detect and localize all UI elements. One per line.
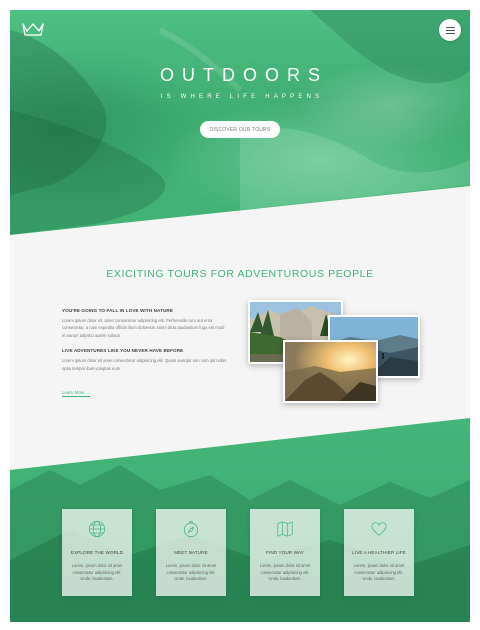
feature-title: LIVE A HEALTHIER LIFE xyxy=(352,550,406,555)
hero-section: OUTDOORS IS WHERE LIFE HAPPENS DISCOVER … xyxy=(10,10,470,235)
feature-card-nature[interactable]: MEET NATURE Lorem, ipsum dolor sit amet … xyxy=(156,509,226,596)
intro-paragraph-1: Lorem ipsum dolor sit, amet consectetur … xyxy=(62,318,225,338)
photo-sunset-ridge xyxy=(283,340,378,403)
feature-text: Lorem, ipsum dolor sit amet consectetur … xyxy=(71,563,123,582)
intro-paragraph-2: Lorem ipsum dolor sit amet consectetur a… xyxy=(62,358,227,371)
discover-tours-button[interactable]: DISCOVER OUR TOURS xyxy=(200,121,280,138)
feature-card-explore[interactable]: EXPLORE THE WORLD Lorem, ipsum dolor sit… xyxy=(62,509,132,596)
intro-heading-2: LIVE ADVENTURES LIKE YOU NEVER HAVE BEFO… xyxy=(62,348,184,354)
feature-card-find-way[interactable]: FIND YOUR WAY Lorem, ipsum dolor sit ame… xyxy=(250,509,320,596)
menu-button[interactable] xyxy=(439,19,461,41)
feature-title: EXPLORE THE WORLD xyxy=(70,550,124,555)
globe-icon xyxy=(88,520,106,538)
section-title: EXICITING TOURS FOR ADVENTUROUS PEOPLE xyxy=(106,268,374,280)
learn-more-link[interactable]: Learn More → xyxy=(62,390,91,398)
feature-card-healthier-life[interactable]: LIVE A HEALTHIER LIFE Lorem, ipsum dolor… xyxy=(344,509,414,596)
map-icon xyxy=(277,521,293,537)
feature-text: Lorem, ipsum dolor sit amet consectetur … xyxy=(353,563,405,582)
intro-heading-1: YOU'RE GOING TO FALL IN LOVE WITH NATURE xyxy=(62,308,174,313)
page: OUTDOORS IS WHERE LIFE HAPPENS DISCOVER … xyxy=(10,10,470,622)
intro-text: YOU'RE GOING TO FALL IN LOVE WITH NATURE… xyxy=(62,308,227,399)
feature-title: MEET NATURE xyxy=(174,550,208,555)
feature-title: FIND YOUR WAY xyxy=(266,550,304,555)
hero-title: OUTDOORS xyxy=(159,65,328,85)
hero-subtitle: IS WHERE LIFE HAPPENS xyxy=(160,94,324,100)
heart-icon xyxy=(371,522,387,536)
hamburger-icon xyxy=(445,26,455,34)
feature-text: Lorem, ipsum dolor sit amet consectetur … xyxy=(165,563,217,582)
feature-text: Lorem, ipsum dolor sit amet consectetur … xyxy=(259,563,311,582)
crown-logo-icon[interactable] xyxy=(22,22,44,36)
compass-icon xyxy=(183,520,199,538)
